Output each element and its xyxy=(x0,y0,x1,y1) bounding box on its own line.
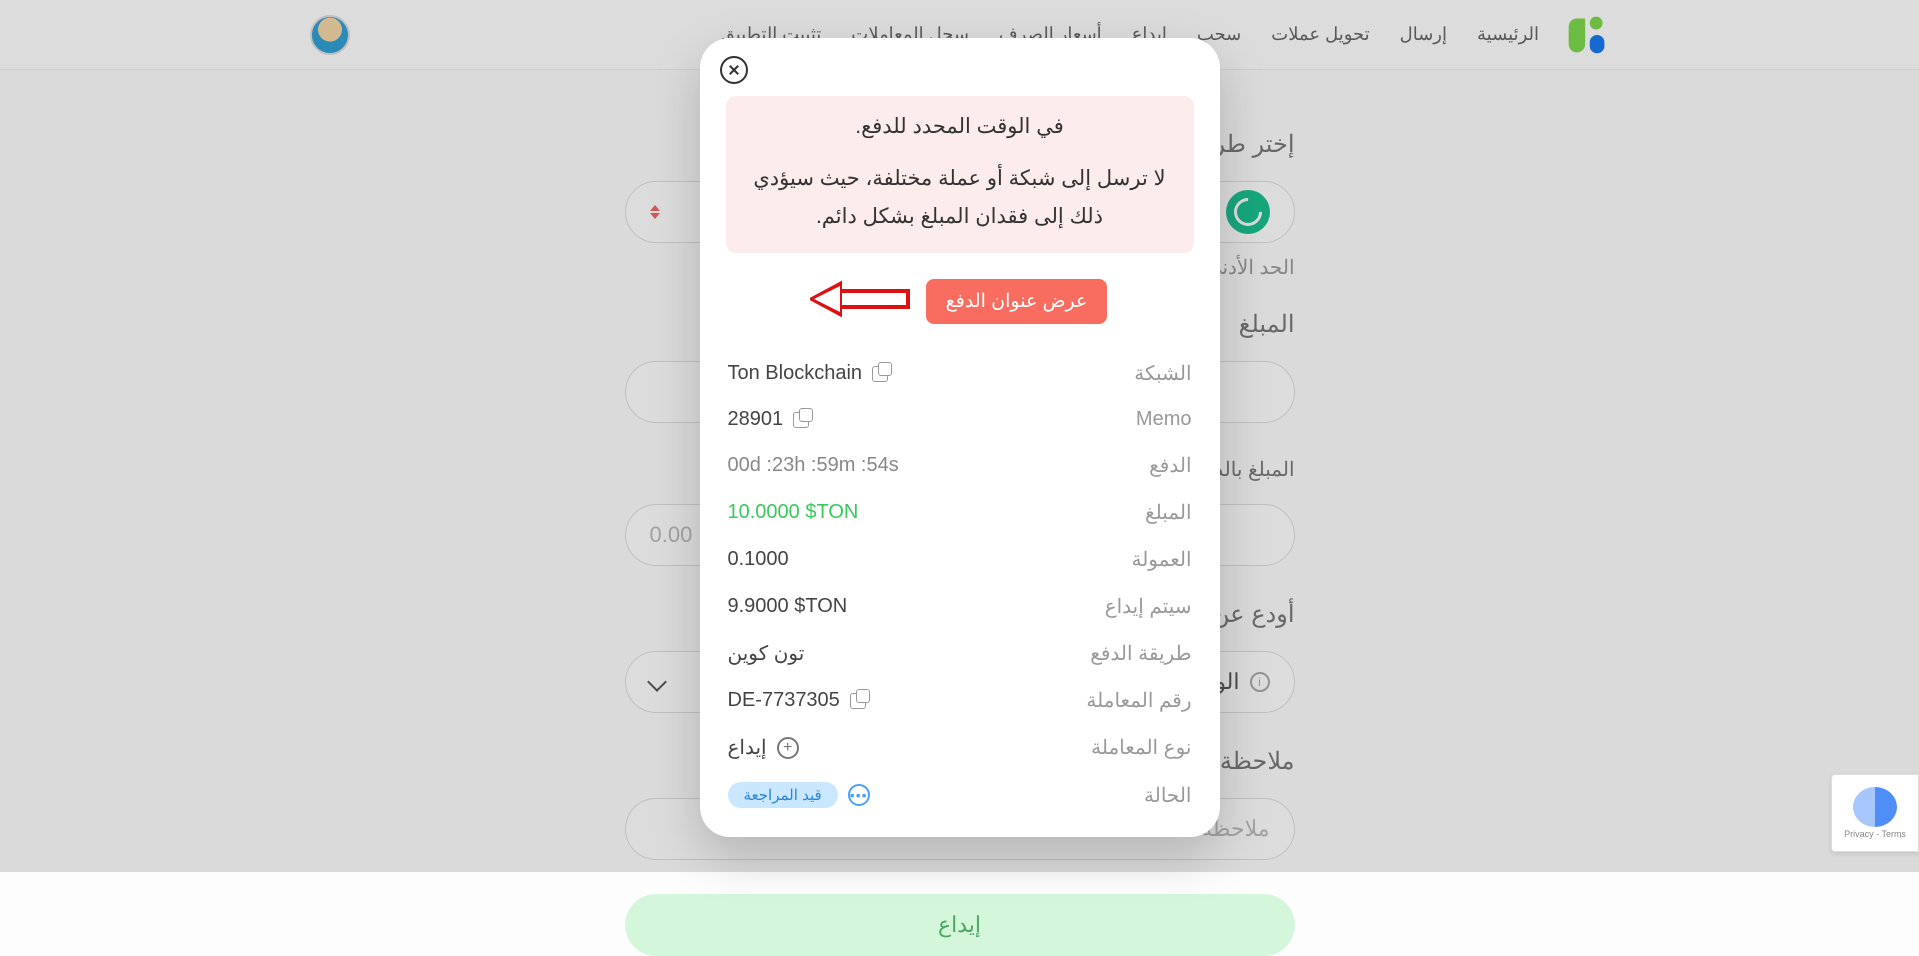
close-button[interactable] xyxy=(720,56,748,84)
row-credit: سيتم إيداع 9.9000 $TON xyxy=(726,583,1194,630)
row-fee: العمولة 0.1000 xyxy=(726,536,1194,583)
row-type: نوع المعاملة إيداع+ xyxy=(726,724,1194,771)
method-label: طريقة الدفع xyxy=(1090,641,1191,666)
memo-label: Memo xyxy=(1136,408,1192,431)
fee-label: العمولة xyxy=(1131,547,1191,572)
network-label: الشبكة xyxy=(1134,361,1191,386)
type-label: نوع المعاملة xyxy=(1091,735,1191,760)
network-value: Ton Blockchain xyxy=(728,362,889,385)
row-countdown: الدفع 00d :23h :59m :54s xyxy=(726,442,1194,489)
action-row: عرض عنوان الدفع xyxy=(726,279,1194,324)
row-memo: Memo 28901 xyxy=(726,397,1194,442)
pay-label: الدفع xyxy=(1149,453,1191,478)
row-network: الشبكة Ton Blockchain xyxy=(726,350,1194,397)
show-address-button[interactable]: عرض عنوان الدفع xyxy=(926,279,1108,324)
copy-icon[interactable] xyxy=(793,412,809,428)
recaptcha-badge: Privacy - Terms xyxy=(1831,774,1919,852)
countdown-value: 00d :23h :59m :54s xyxy=(728,454,899,477)
payment-modal: في الوقت المحدد للدفع. لا ترسل إلى شبكة … xyxy=(700,38,1220,837)
submit-button[interactable]: إيداع xyxy=(625,894,1295,956)
txn-value: DE-7737305 xyxy=(728,689,866,712)
plus-icon: + xyxy=(777,737,799,759)
modal-overlay: في الوقت المحدد للدفع. لا ترسل إلى شبكة … xyxy=(0,0,1919,872)
recaptcha-terms[interactable]: Terms xyxy=(1881,829,1906,839)
arrow-annotation xyxy=(810,280,910,323)
row-status: الحالة قيد المراجعة ••• xyxy=(726,771,1194,819)
type-value: إيداع+ xyxy=(728,735,799,760)
recaptcha-icon xyxy=(1853,787,1897,827)
row-method: طريقة الدفع تون كوين xyxy=(726,630,1194,677)
credit-value: 9.9000 $TON xyxy=(728,595,848,618)
status-label: الحالة xyxy=(1144,783,1191,808)
recaptcha-privacy[interactable]: Privacy xyxy=(1844,829,1874,839)
warning-line-2: لا ترسل إلى شبكة أو عملة مختلفة، حيث سيؤ… xyxy=(746,160,1174,236)
memo-value: 28901 xyxy=(728,408,810,431)
amount-label: المبلغ xyxy=(1145,500,1192,525)
copy-icon[interactable] xyxy=(872,366,888,382)
status-value: قيد المراجعة ••• xyxy=(728,782,870,808)
status-badge: قيد المراجعة xyxy=(728,782,838,808)
row-amount: المبلغ 10.0000 $TON xyxy=(726,489,1194,536)
fee-value: 0.1000 xyxy=(728,548,789,571)
more-icon[interactable]: ••• xyxy=(848,784,870,806)
method-value: تون كوين xyxy=(728,641,805,666)
warning-box: في الوقت المحدد للدفع. لا ترسل إلى شبكة … xyxy=(726,96,1194,253)
txn-label: رقم المعاملة xyxy=(1086,688,1191,713)
copy-icon[interactable] xyxy=(850,693,866,709)
row-txn: رقم المعاملة DE-7737305 xyxy=(726,677,1194,724)
amount-value: 10.0000 $TON xyxy=(728,501,859,524)
warning-line-1: في الوقت المحدد للدفع. xyxy=(746,108,1174,146)
credit-label: سيتم إيداع xyxy=(1105,594,1192,619)
